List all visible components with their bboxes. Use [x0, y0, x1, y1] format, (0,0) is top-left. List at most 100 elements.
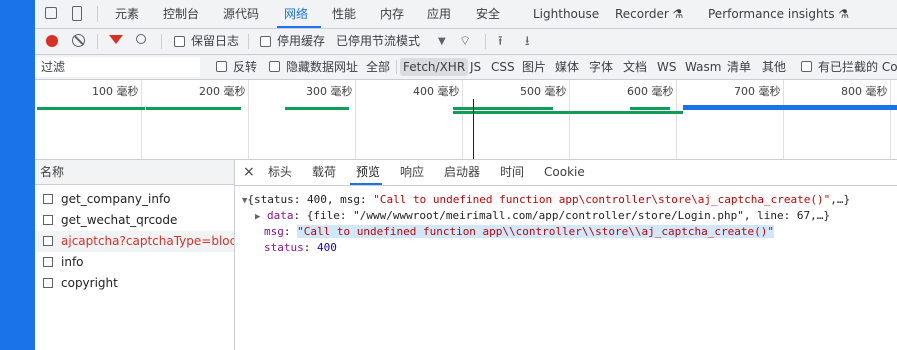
tab-console[interactable]: 控制台	[163, 0, 199, 28]
tab-payload[interactable]: 载荷	[312, 160, 336, 185]
throttling-select[interactable]: 已停用节流模式	[336, 29, 420, 54]
request-row[interactable]: copyright	[35, 273, 234, 294]
filter-type-doc[interactable]: 文档	[623, 55, 647, 79]
tab-security[interactable]: 安全	[476, 0, 500, 28]
tab-network[interactable]: 网络	[284, 0, 308, 28]
collapsed-triangle-icon[interactable]: ▶	[255, 212, 260, 222]
request-bar	[146, 107, 241, 110]
tab-performance[interactable]: 性能	[332, 0, 356, 28]
filter-type-all[interactable]: 全部	[366, 55, 390, 79]
close-icon[interactable]: ×	[243, 160, 255, 185]
filter-type-fetch-xhr[interactable]: Fetch/XHR	[400, 58, 469, 76]
request-row[interactable]: info	[35, 252, 234, 273]
record-icon[interactable]	[46, 35, 58, 47]
timeline-tick-label: 500 毫秒	[520, 85, 567, 98]
request-checkbox[interactable]	[43, 215, 53, 225]
json-root-line[interactable]: ▼{status: 400, msg: "Call to undefined f…	[242, 192, 850, 209]
filter-input[interactable]: 过滤	[35, 57, 200, 77]
disable-cache-label: 停用缓存	[277, 34, 326, 48]
tab-cookies[interactable]: Cookie	[544, 160, 585, 185]
request-row[interactable]: ajcaptcha?captchaType=blockPu	[35, 231, 234, 252]
request-row[interactable]: get_wechat_qrcode	[35, 210, 234, 231]
inspect-element-icon[interactable]	[45, 7, 57, 19]
request-checkbox[interactable]	[43, 257, 53, 267]
tab-performance-insights[interactable]: Performance insights ⚗	[708, 0, 849, 28]
timeline-gridline	[462, 80, 463, 159]
devtools-tab-bar: 元素 控制台 源代码 网络 性能 内存 应用 安全 Lighthouse Rec…	[35, 0, 897, 29]
invert-checkbox[interactable]	[216, 61, 227, 72]
tab-timing[interactable]: 时间	[500, 160, 524, 185]
tab-lighthouse[interactable]: Lighthouse	[533, 0, 599, 28]
request-bar	[630, 107, 670, 110]
import-har-icon[interactable]: ⭱	[498, 29, 503, 54]
timeline-tick-label: 300 毫秒	[306, 85, 353, 98]
request-bar	[453, 107, 553, 110]
request-bar	[453, 111, 683, 114]
tab-application[interactable]: 应用	[427, 0, 451, 28]
network-conditions-icon[interactable]: ⌔	[459, 29, 471, 54]
preserve-log-label: 保留日志	[191, 34, 240, 48]
filter-type-img[interactable]: 图片	[522, 55, 546, 79]
json-status-value: 400	[317, 241, 337, 254]
timeline-gridline	[783, 80, 784, 159]
filter-icon[interactable]	[109, 35, 123, 44]
network-overview-timeline[interactable]: 100 毫秒 200 毫秒 300 毫秒 400 毫秒 500 毫秒 600 毫…	[35, 80, 897, 160]
filter-type-manifest[interactable]: 清单	[727, 55, 751, 79]
tab-headers[interactable]: 标头	[268, 160, 292, 185]
json-key-msg: msg	[264, 225, 284, 238]
tab-sources[interactable]: 源代码	[223, 0, 259, 28]
disable-cache-checkbox[interactable]	[260, 36, 271, 47]
network-toolbar: 保留日志 停用缓存 已停用节流模式 ▼ ⌔ ⭱ ⭳	[35, 29, 897, 55]
active-detail-tab-indicator	[350, 183, 382, 185]
filter-type-css[interactable]: CSS	[491, 55, 515, 79]
request-checkbox[interactable]	[43, 278, 53, 288]
timeline-tick-label: 700 毫秒	[734, 85, 781, 98]
json-summary-close: ,…}	[830, 193, 851, 206]
filter-type-other[interactable]: 其他	[762, 55, 786, 79]
export-har-icon[interactable]: ⭳	[525, 29, 530, 54]
filter-type-font[interactable]: 字体	[589, 55, 613, 79]
tab-initiator[interactable]: 启动器	[444, 160, 480, 185]
chevron-down-icon[interactable]: ▼	[438, 29, 446, 54]
tab-response[interactable]: 响应	[400, 160, 424, 185]
timeline-tick-label: 600 毫秒	[627, 85, 674, 98]
json-data-line[interactable]: ▶ data: {file: "/www/wwwroot/meirimall.c…	[255, 208, 830, 225]
name-column-header[interactable]: 名称	[35, 160, 234, 185]
json-status-line[interactable]: status: 400	[264, 240, 337, 256]
active-tab-indicator	[277, 26, 321, 28]
filter-type-ws[interactable]: WS	[657, 55, 676, 79]
request-checkbox[interactable]	[43, 194, 53, 204]
divider	[97, 34, 98, 49]
tab-preview[interactable]: 预览	[356, 160, 380, 185]
device-toolbar-icon[interactable]	[72, 6, 82, 21]
filter-type-media[interactable]: 媒体	[555, 55, 579, 79]
tab-recorder[interactable]: Recorder ⚗	[615, 0, 683, 28]
json-msg-value: "Call to undefined function app\\control…	[297, 225, 774, 238]
timeline-tick-label: 200 毫秒	[199, 85, 246, 98]
hide-data-urls-label: 隐藏数据网址	[286, 60, 359, 74]
detail-tab-bar: × 标头 载荷 预览 响应 启动器 时间 Cookie	[235, 160, 897, 186]
tab-elements[interactable]: 元素	[115, 0, 139, 28]
clear-icon[interactable]	[72, 34, 85, 47]
tab-memory[interactable]: 内存	[380, 0, 404, 28]
hide-data-urls-checkbox[interactable]	[269, 61, 280, 72]
timeline-tick-label: 800 毫秒	[841, 85, 888, 98]
request-name: get_company_info	[61, 192, 171, 206]
json-key-status: status	[264, 241, 304, 254]
json-summary-msg: "Call to undefined function app\controll…	[373, 193, 831, 206]
filter-type-wasm[interactable]: Wasm	[685, 55, 721, 79]
request-name: copyright	[61, 276, 118, 290]
request-row[interactable]: get_company_info	[35, 189, 234, 210]
timeline-gridline	[890, 80, 891, 159]
search-icon[interactable]	[136, 34, 146, 44]
request-bar	[37, 107, 145, 110]
blocked-cookies-checkbox[interactable]	[801, 61, 812, 72]
preserve-log-checkbox[interactable]	[174, 36, 185, 47]
dom-content-loaded-marker	[473, 99, 474, 159]
request-checkbox[interactable]	[43, 236, 53, 246]
timeline-gridline	[569, 80, 570, 159]
divider	[161, 34, 162, 49]
timeline-tick-label: 400 毫秒	[413, 85, 460, 98]
filter-type-js[interactable]: JS	[470, 55, 481, 79]
json-msg-line[interactable]: msg: "Call to undefined function app\\co…	[264, 224, 774, 240]
